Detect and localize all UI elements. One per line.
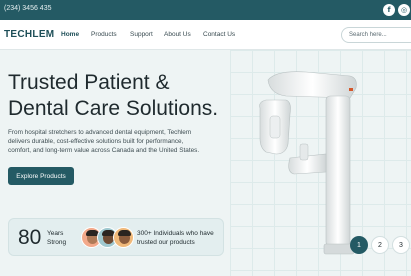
search-input[interactable]: Search here...: [341, 27, 411, 43]
slide-page-1[interactable]: 1: [350, 236, 368, 254]
stats-card: 80 Years Strong 300+ Individuals who hav…: [8, 218, 224, 256]
slide-page-3[interactable]: 3: [392, 236, 410, 254]
nav-link-products[interactable]: Products: [91, 31, 117, 38]
nav-link-support[interactable]: Support: [130, 31, 153, 38]
facebook-icon[interactable]: f: [383, 4, 395, 16]
years-number: 80: [18, 226, 42, 249]
explore-products-button[interactable]: Explore Products: [8, 167, 74, 185]
hero-description: From hospital stretchers to advanced den…: [8, 129, 200, 155]
individuals-trusted-text: 300+ Individuals who have trusted our pr…: [137, 230, 214, 246]
instagram-icon[interactable]: ◎: [398, 4, 410, 16]
phone-number[interactable]: (234) 3456 435: [4, 5, 51, 12]
nav-link-contact-us[interactable]: Contact Us: [203, 31, 235, 38]
hero-title-line-2: Dental Care Solutions.: [8, 97, 219, 120]
top-bar: (234) 3456 435 f ◎: [0, 0, 411, 20]
nav-link-home[interactable]: Home: [61, 31, 79, 38]
years-label: Years Strong: [47, 230, 67, 246]
hero-title-line-1: Trusted Patient &: [8, 71, 170, 94]
main-navigation: TECHLEM Home Products Support About Us C…: [0, 20, 411, 50]
hero-title: Trusted Patient & Dental Care Solutions.: [8, 70, 238, 122]
dental-xray-machine-image: [259, 71, 357, 255]
logo[interactable]: TECHLEM: [4, 29, 54, 40]
avatar: [113, 227, 134, 248]
slide-page-2[interactable]: 2: [371, 236, 389, 254]
nav-link-about-us[interactable]: About Us: [164, 31, 191, 38]
